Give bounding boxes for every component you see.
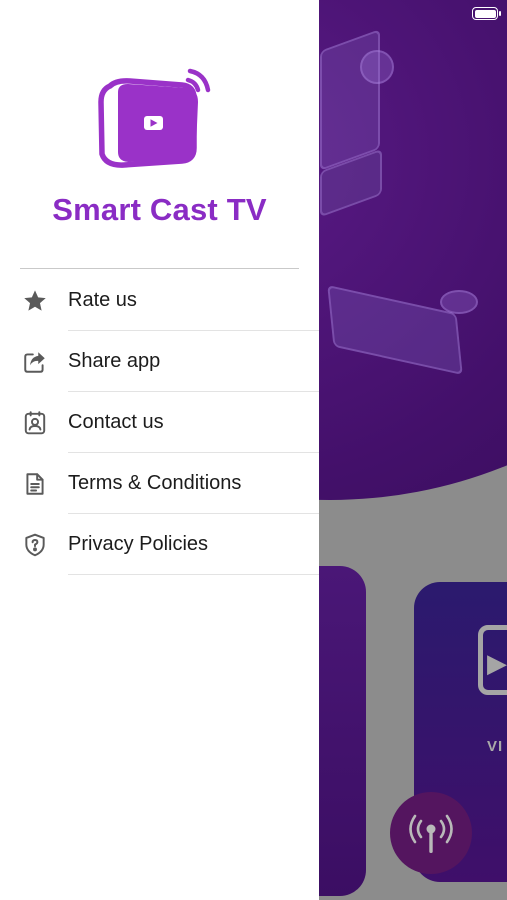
menu-item-label: Privacy Policies xyxy=(68,533,209,555)
menu-item-label: Share app xyxy=(68,350,161,372)
drawer-menu: Rate us Share app Contact us Terms & Con… xyxy=(0,270,319,575)
menu-item-label: Rate us xyxy=(68,289,137,311)
side-drawer: Smart Cast TV Rate us Share app Contact … xyxy=(0,0,319,900)
star-icon xyxy=(21,287,49,315)
shield-question-icon xyxy=(21,531,49,559)
app-title: Smart Cast TV xyxy=(52,192,267,227)
menu-item-share-app[interactable]: Share app xyxy=(0,331,319,392)
menu-item-privacy-policies[interactable]: Privacy Policies xyxy=(0,514,319,575)
cast-button[interactable] xyxy=(390,792,472,874)
menu-item-rate-us[interactable]: Rate us xyxy=(0,270,319,331)
divider xyxy=(68,574,319,575)
illustration-wifi-bubble xyxy=(440,290,478,314)
divider xyxy=(20,268,299,269)
document-icon xyxy=(21,470,49,498)
menu-item-terms-conditions[interactable]: Terms & Conditions xyxy=(0,453,319,514)
menu-item-label: Terms & Conditions xyxy=(68,472,242,494)
contact-card-icon xyxy=(21,409,49,437)
play-icon: ▶ xyxy=(487,648,507,678)
battery-icon xyxy=(472,7,501,20)
app-logo-icon xyxy=(98,68,211,168)
broadcast-antenna-icon xyxy=(409,814,453,853)
menu-item-label: Contact us xyxy=(68,411,164,433)
feature-card-label: VI xyxy=(487,738,504,755)
illustration-wifi-bubble xyxy=(360,50,394,84)
menu-item-contact-us[interactable]: Contact us xyxy=(0,392,319,453)
share-icon xyxy=(21,348,49,376)
